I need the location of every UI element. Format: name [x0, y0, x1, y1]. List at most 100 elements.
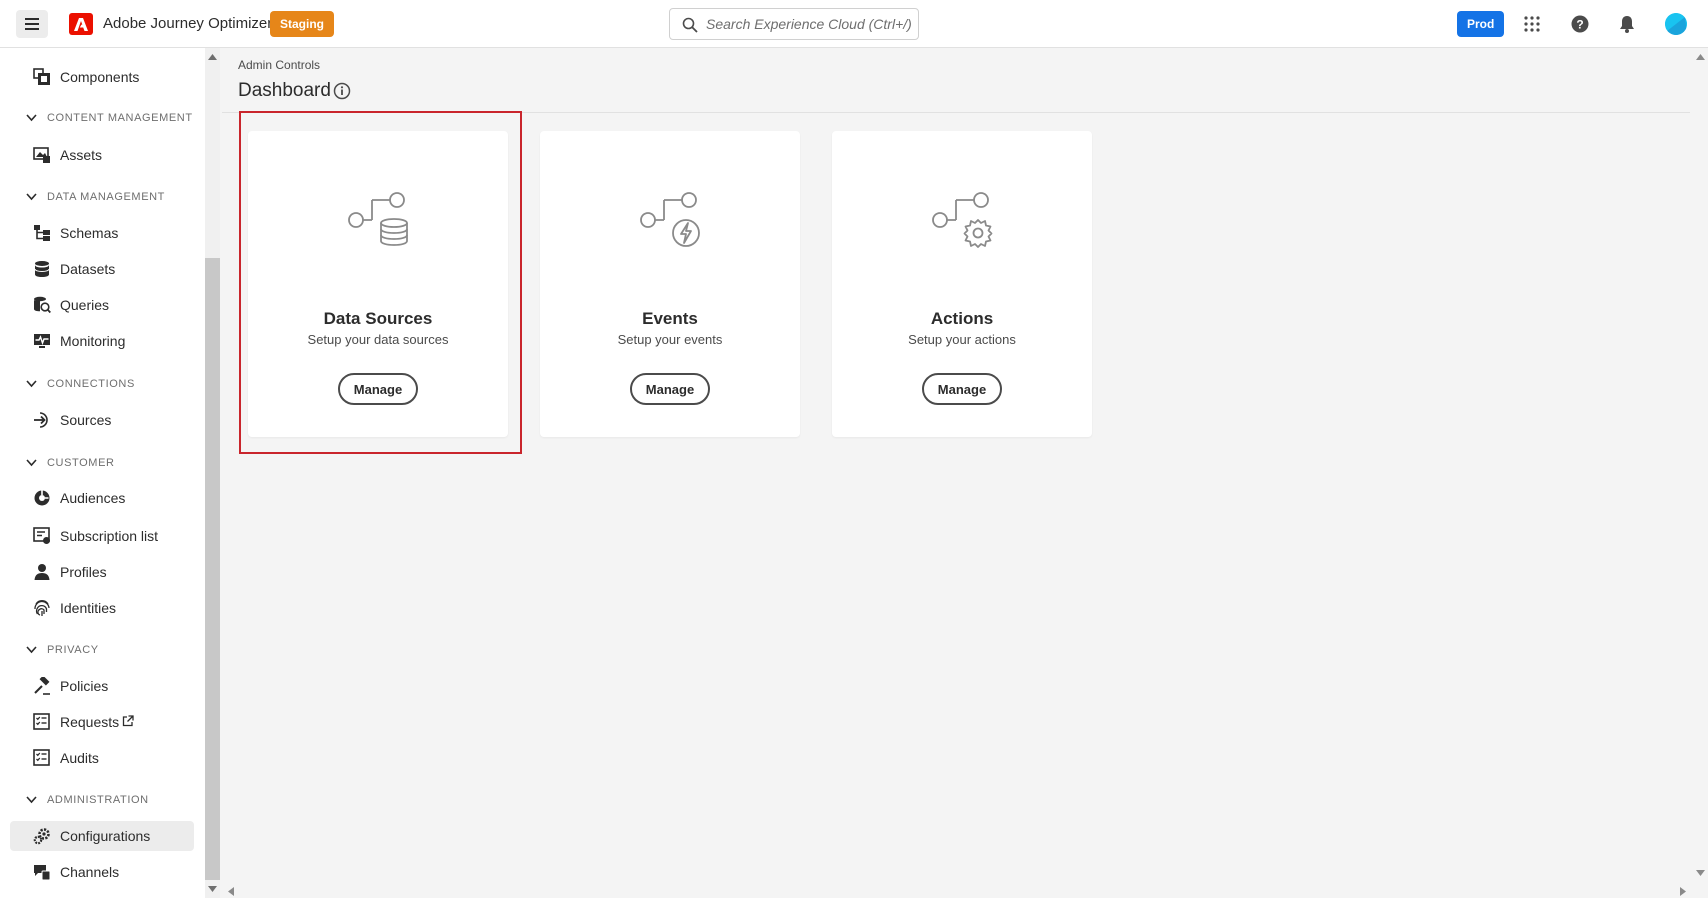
scroll-up-arrow-icon[interactable]: [1696, 54, 1705, 60]
scroll-up-arrow-icon[interactable]: [208, 54, 217, 60]
sidebar-item-audiences[interactable]: Audiences: [10, 483, 194, 513]
scroll-down-arrow-icon[interactable]: [208, 886, 217, 892]
datasets-icon: [34, 261, 50, 277]
sidebar-item-schemas[interactable]: Schemas: [10, 218, 194, 248]
section-label: ADMINISTRATION: [47, 794, 149, 806]
card-description: Setup your actions: [908, 332, 1016, 347]
sidebar-item-label: Identities: [60, 600, 117, 616]
external-link-icon: [122, 715, 134, 727]
manage-actions-button[interactable]: Manage: [922, 373, 1002, 405]
chevron-down-icon: [26, 193, 37, 201]
schemas-icon: [34, 225, 50, 241]
sidebar-item-label: Monitoring: [60, 333, 126, 349]
user-avatar[interactable]: [1665, 13, 1687, 35]
section-label: CONNECTIONS: [47, 378, 135, 390]
scroll-down-arrow-icon[interactable]: [1696, 870, 1705, 876]
sidebar-item-profiles[interactable]: Profiles: [10, 557, 194, 587]
apps-grid-icon[interactable]: [1522, 14, 1542, 34]
section-label: CUSTOMER: [47, 457, 115, 469]
policies-gavel-icon: [34, 677, 50, 695]
scroll-right-arrow-icon[interactable]: [1680, 887, 1686, 896]
left-navigation: Components CONTENT MANAGEMENT Assets DAT…: [0, 48, 205, 898]
card-title: Actions: [930, 309, 994, 328]
sidebar-item-assets[interactable]: Assets: [10, 140, 194, 170]
svg-text:?: ?: [1576, 18, 1583, 32]
sources-icon: [34, 412, 48, 428]
sidebar-item-label: Schemas: [60, 225, 119, 241]
sidebar-item-label: Queries: [60, 297, 110, 313]
sidebar-item-label: Sources: [60, 412, 112, 428]
section-label: DATA MANAGEMENT: [47, 191, 165, 203]
fingerprint-icon: [34, 600, 50, 616]
sidebar-item-label: Profiles: [60, 564, 107, 580]
sidebar-item-audits[interactable]: Audits: [10, 743, 194, 773]
manage-events-button[interactable]: Manage: [630, 373, 710, 405]
sidebar-item-identities[interactable]: Identities: [10, 593, 194, 623]
page-title: Dashboard: [238, 80, 331, 101]
sidebar-item-sources[interactable]: Sources: [10, 405, 194, 435]
help-icon[interactable]: ?: [1570, 14, 1590, 34]
events-icon: [640, 192, 700, 247]
subscription-list-icon: [33, 527, 50, 544]
sidebar-item-label: Subscription list: [60, 528, 159, 544]
chevron-down-icon: [26, 114, 37, 122]
app-title[interactable]: Adobe Journey Optimizer: [103, 15, 272, 32]
main-horizontal-scrollbar[interactable]: [220, 882, 1693, 898]
queries-icon: [34, 296, 51, 314]
sidebar-item-policies[interactable]: Policies: [10, 671, 194, 701]
adobe-logo-icon[interactable]: [69, 13, 93, 35]
audiences-icon: [34, 490, 50, 506]
main-vertical-scrollbar[interactable]: [1693, 48, 1708, 882]
sidebar-item-channels[interactable]: Channels: [10, 857, 194, 887]
sidebar-item-subscription-list[interactable]: Subscription list: [10, 521, 194, 551]
search-box[interactable]: [669, 8, 919, 40]
sidebar-item-label: Assets: [60, 147, 103, 163]
card-title: Events: [642, 309, 698, 328]
hamburger-icon: [25, 18, 39, 30]
sidebar-item-components[interactable]: Components: [10, 62, 194, 92]
breadcrumb[interactable]: Admin Controls: [238, 58, 320, 72]
sidebar-item-requests[interactable]: Requests: [10, 707, 194, 737]
monitoring-icon: [34, 334, 50, 348]
chevron-down-icon: [26, 646, 37, 654]
card-description: Setup your events: [617, 332, 723, 347]
components-icon: [33, 68, 50, 85]
card-events[interactable]: Events Setup your events Manage: [540, 131, 800, 437]
chevron-down-icon: [26, 459, 37, 467]
section-label: CONTENT MANAGEMENT: [47, 112, 193, 124]
sidebar-item-label: Datasets: [60, 261, 116, 277]
sidebar-item-label: Channels: [60, 864, 120, 880]
org-switcher-badge[interactable]: Prod: [1457, 11, 1505, 37]
sidebar-item-queries[interactable]: Queries: [10, 290, 194, 320]
menu-toggle-button[interactable]: [16, 10, 48, 38]
sidebar-item-label: Policies: [60, 678, 109, 694]
scroll-left-arrow-icon[interactable]: [228, 887, 234, 896]
top-bar: Adobe Journey Optimizer Staging Prod ?: [0, 0, 1708, 48]
sidebar-item-label: Requests: [60, 714, 120, 730]
notifications-bell-icon[interactable]: [1617, 14, 1637, 34]
configurations-gears-icon: [33, 828, 50, 845]
sidebar-scrollbar-thumb[interactable]: [205, 258, 220, 880]
highlight-box: [239, 111, 522, 454]
sidebar-item-label: Audits: [60, 750, 99, 766]
search-input[interactable]: [706, 14, 911, 34]
search-icon: [682, 17, 698, 33]
sidebar-item-label: Audiences: [60, 490, 126, 506]
sidebar-item-configurations[interactable]: Configurations: [10, 821, 194, 851]
profiles-icon: [34, 564, 50, 580]
sidebar-item-monitoring[interactable]: Monitoring: [10, 326, 194, 356]
chevron-down-icon: [26, 796, 37, 804]
audits-icon: [33, 749, 50, 766]
card-actions[interactable]: Actions Setup your actions Manage: [832, 131, 1092, 437]
channels-icon: [34, 865, 51, 881]
section-label: PRIVACY: [47, 644, 99, 656]
actions-icon: [932, 192, 993, 248]
sidebar-item-label: Configurations: [60, 828, 151, 844]
assets-icon: [33, 147, 50, 163]
sidebar-item-label: Components: [60, 69, 140, 85]
environment-badge[interactable]: Staging: [270, 11, 334, 37]
requests-icon: [33, 713, 50, 730]
sidebar-item-datasets[interactable]: Datasets: [10, 254, 194, 284]
chevron-down-icon: [26, 380, 37, 388]
info-icon[interactable]: [333, 82, 351, 100]
